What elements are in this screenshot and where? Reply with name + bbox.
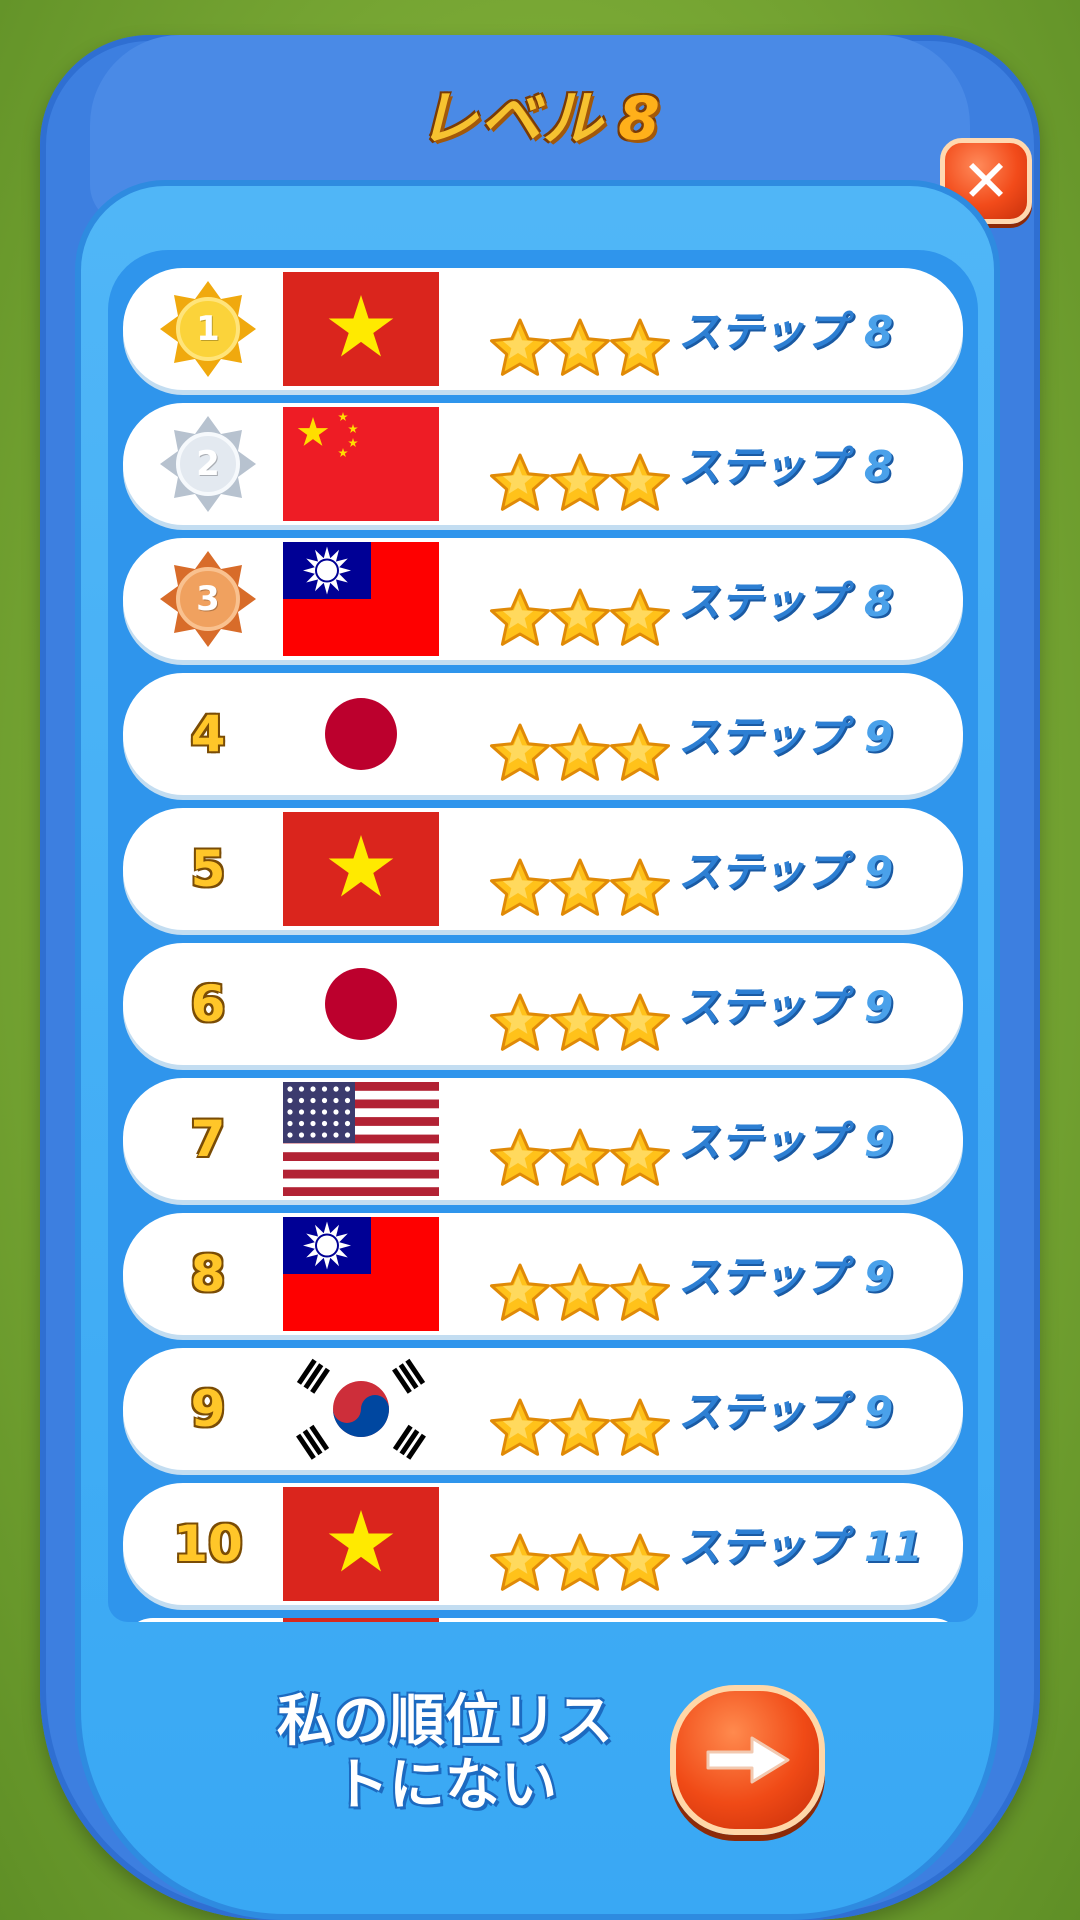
- leaderboard-row: 7 ステップ 9: [123, 1078, 963, 1200]
- gold-medal-icon: 1: [158, 279, 258, 379]
- flag-vietnam-icon: [283, 812, 439, 926]
- three-stars-icon: [488, 991, 673, 1055]
- rank-number: 7: [190, 1110, 226, 1168]
- flag-usa-icon: [283, 1082, 439, 1196]
- flag-japan-icon: [283, 947, 439, 1061]
- rank-number: 1: [196, 309, 220, 349]
- three-stars-icon: [488, 856, 673, 920]
- rank-number: 2: [196, 444, 220, 484]
- leaderboard-row: 8 ステップ 9: [123, 1213, 963, 1335]
- leaderboard-row: 9 ステップ 9: [123, 1348, 963, 1470]
- level-title: レベル 8: [0, 70, 1080, 157]
- steps-label: ステップ: [678, 847, 847, 896]
- my-rank-text: 私の順位リストにない: [277, 1689, 613, 1818]
- steps-label: ステップ: [678, 1387, 847, 1436]
- rank-number: 4: [190, 705, 226, 763]
- steps-count: ステップ 9: [678, 973, 938, 1033]
- rank-cell: 10: [153, 1483, 263, 1605]
- rank-number: 3: [196, 579, 220, 619]
- rank-cell: 8: [153, 1213, 263, 1335]
- rank-number: 8: [190, 1245, 226, 1303]
- next-row-flag-partial: [283, 1618, 439, 1622]
- steps-label: ステップ: [678, 1117, 847, 1166]
- leaderboard-row: 1 ステップ 8: [123, 268, 963, 390]
- three-stars-icon: [488, 1261, 673, 1325]
- steps-label: ステップ: [678, 982, 847, 1031]
- bronze-medal-icon: 3: [158, 549, 258, 649]
- steps-value: 9: [864, 1117, 894, 1166]
- steps-value: 9: [864, 847, 894, 896]
- steps-value: 9: [864, 1387, 894, 1436]
- steps-label: ステップ: [678, 1522, 847, 1571]
- leaderboard-row: 10 ステップ 11: [123, 1483, 963, 1605]
- steps-value: 8: [864, 577, 894, 626]
- flag-vietnam-icon: [283, 272, 439, 386]
- steps-value: 8: [864, 307, 894, 356]
- steps-value: 9: [864, 1252, 894, 1301]
- rank-cell: 4: [153, 673, 263, 795]
- steps-label: ステップ: [678, 442, 847, 491]
- steps-label: ステップ: [678, 712, 847, 761]
- rank-number: 5: [190, 840, 226, 898]
- leaderboard-row: 6 ステップ 9: [123, 943, 963, 1065]
- three-stars-icon: [488, 451, 673, 515]
- steps-count: ステップ 8: [678, 433, 938, 493]
- leaderboard-list: 1 ステップ 8 2 ステップ 8 3 ステップ 8 4 ステップ 9 5 ステップ 9 6 ステップ 9 7 ステッ…: [123, 268, 963, 1618]
- steps-value: 8: [864, 442, 894, 491]
- rank-number: 9: [190, 1380, 226, 1438]
- steps-count: ステップ 11: [678, 1513, 938, 1573]
- steps-label: ステップ: [678, 1252, 847, 1301]
- rank-cell: 5: [153, 808, 263, 930]
- three-stars-icon: [488, 721, 673, 785]
- rank-cell: 2: [153, 403, 263, 525]
- steps-count: ステップ 9: [678, 1243, 938, 1303]
- rank-cell: 9: [153, 1348, 263, 1470]
- rank-number: 6: [190, 975, 226, 1033]
- flag-vietnam-icon: [283, 1487, 439, 1601]
- rank-cell: 6: [153, 943, 263, 1065]
- level-number: 8: [618, 84, 662, 154]
- steps-count: ステップ 9: [678, 838, 938, 898]
- level-title-label: レベル: [418, 84, 605, 154]
- arrow-right-icon: [706, 1736, 789, 1784]
- steps-count: ステップ 9: [678, 1108, 938, 1168]
- flag-china-icon: [283, 407, 439, 521]
- leaderboard-row: 3 ステップ 8: [123, 538, 963, 660]
- flag-taiwan-icon: [283, 1217, 439, 1331]
- steps-count: ステップ 8: [678, 298, 938, 358]
- steps-value: 11: [864, 1522, 923, 1571]
- rank-cell: 3: [153, 538, 263, 660]
- three-stars-icon: [488, 1531, 673, 1595]
- steps-count: ステップ 9: [678, 1378, 938, 1438]
- next-button[interactable]: [670, 1685, 825, 1835]
- steps-label: ステップ: [678, 577, 847, 626]
- silver-medal-icon: 2: [158, 414, 258, 514]
- steps-label: ステップ: [678, 307, 847, 356]
- flag-south-korea-icon: [283, 1352, 439, 1466]
- three-stars-icon: [488, 1396, 673, 1460]
- next-row-partial: [123, 1618, 963, 1622]
- steps-count: ステップ 8: [678, 568, 938, 628]
- three-stars-icon: [488, 1126, 673, 1190]
- rank-cell: 1: [153, 268, 263, 390]
- steps-value: 9: [864, 712, 894, 761]
- leaderboard-list-area[interactable]: 1 ステップ 8 2 ステップ 8 3 ステップ 8 4 ステップ 9 5 ステップ 9 6 ステップ 9 7 ステッ…: [108, 250, 978, 1622]
- steps-value: 9: [864, 982, 894, 1031]
- leaderboard-row: 5 ステップ 9: [123, 808, 963, 930]
- leaderboard-row: 2 ステップ 8: [123, 403, 963, 525]
- rank-number: 10: [173, 1515, 243, 1573]
- flag-taiwan-icon: [283, 542, 439, 656]
- three-stars-icon: [488, 586, 673, 650]
- rank-cell: 7: [153, 1078, 263, 1200]
- three-stars-icon: [488, 316, 673, 380]
- leaderboard-row: 4 ステップ 9: [123, 673, 963, 795]
- flag-japan-icon: [283, 677, 439, 791]
- steps-count: ステップ 9: [678, 703, 938, 763]
